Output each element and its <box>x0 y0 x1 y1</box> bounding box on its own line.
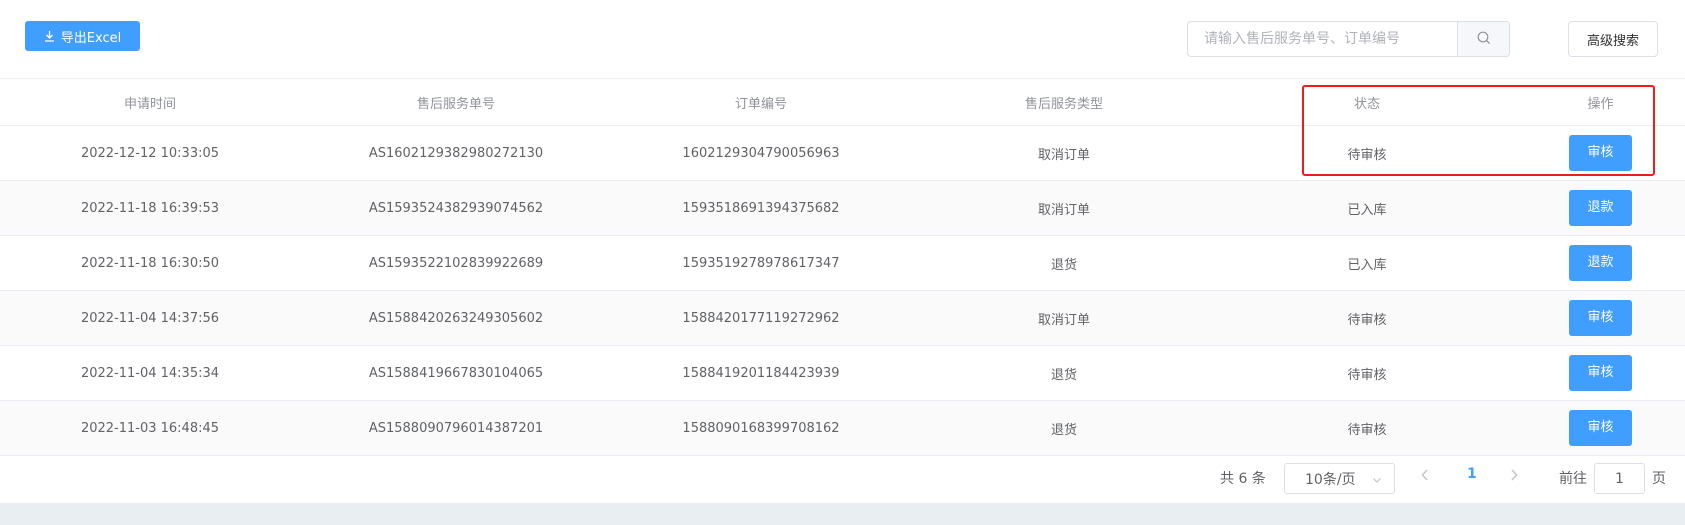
toolbar: 导出Excel 高级搜索 <box>0 0 1685 78</box>
cell-status: 待审核 <box>1218 125 1516 181</box>
cell-status: 待审核 <box>1218 290 1516 346</box>
cell-service-no: AS1588090796014387201 <box>300 400 612 456</box>
cell-service-no: AS1588420263249305602 <box>300 290 612 346</box>
cell-apply-time: 2022-11-18 16:39:53 <box>0 180 300 236</box>
pagination: 共 6 条 10条/页 1 前往 页 <box>0 456 1685 502</box>
cell-service-no: AS1588419667830104065 <box>300 345 612 401</box>
cell-actions: 审核 <box>1516 400 1685 456</box>
table-row: 2022-11-18 16:30:50 AS159352210283992268… <box>0 235 1685 291</box>
table-row: 2022-11-03 16:48:45 AS158809079601438720… <box>0 400 1685 456</box>
col-header-actions: 操作 <box>1516 78 1685 126</box>
cell-actions: 退款 <box>1516 235 1685 291</box>
cell-order-no: 1593518691394375682 <box>612 180 910 236</box>
goto-label: 前往 <box>1559 471 1587 487</box>
cell-status: 待审核 <box>1218 345 1516 401</box>
cell-order-no: 1602129304790056963 <box>612 125 910 181</box>
review-button[interactable]: 审核 <box>1569 410 1632 446</box>
search-input[interactable] <box>1188 22 1457 56</box>
page-size-select[interactable]: 10条/页 <box>1284 463 1395 494</box>
cell-order-no: 1593519278978617347 <box>612 235 910 291</box>
refund-button[interactable]: 退款 <box>1569 190 1632 226</box>
cell-order-no: 1588419201184423939 <box>612 345 910 401</box>
aftersale-table: 申请时间 售后服务单号 订单编号 售后服务类型 状态 操作 2022-12-12… <box>0 78 1685 456</box>
cell-actions: 审核 <box>1516 345 1685 401</box>
table-row: 2022-11-04 14:35:34 AS158841966783010406… <box>0 345 1685 401</box>
cell-service-no: AS1593522102839922689 <box>300 235 612 291</box>
search-icon <box>1477 30 1491 49</box>
export-excel-label: 导出Excel <box>60 30 122 46</box>
cell-apply-time: 2022-11-18 16:30:50 <box>0 235 300 291</box>
cell-apply-time: 2022-11-04 14:37:56 <box>0 290 300 346</box>
next-page-button[interactable] <box>1509 468 1519 486</box>
cell-service-type: 取消订单 <box>910 125 1218 181</box>
cell-order-no: 1588420177119272962 <box>612 290 910 346</box>
search-button[interactable] <box>1457 22 1509 56</box>
cell-actions: 退款 <box>1516 180 1685 236</box>
pagination-total: 共 6 条 <box>1220 471 1266 487</box>
chevron-down-icon <box>1372 473 1382 489</box>
chevron-right-icon <box>1509 469 1519 486</box>
cell-apply-time: 2022-11-04 14:35:34 <box>0 345 300 401</box>
search-box <box>1187 21 1510 57</box>
cell-service-type: 取消订单 <box>910 290 1218 346</box>
col-header-status: 状态 <box>1218 78 1516 126</box>
prev-page-button[interactable] <box>1420 468 1430 486</box>
cell-actions: 审核 <box>1516 125 1685 181</box>
chevron-left-icon <box>1420 469 1430 486</box>
page-number-current[interactable]: 1 <box>1467 466 1477 482</box>
review-button[interactable]: 审核 <box>1569 300 1632 336</box>
review-button[interactable]: 审核 <box>1569 355 1632 391</box>
cell-apply-time: 2022-12-12 10:33:05 <box>0 125 300 181</box>
table-row: 2022-11-04 14:37:56 AS158842026324930560… <box>0 290 1685 346</box>
cell-status: 已入库 <box>1218 235 1516 291</box>
download-icon <box>44 30 55 42</box>
cell-service-type: 取消订单 <box>910 180 1218 236</box>
cell-service-no: AS1602129382980272130 <box>300 125 612 181</box>
page-size-value: 10条/页 <box>1305 471 1356 488</box>
cell-service-type: 退货 <box>910 345 1218 401</box>
cell-service-no: AS1593524382939074562 <box>300 180 612 236</box>
table-row: 2022-12-12 10:33:05 AS160212938298027213… <box>0 125 1685 181</box>
cell-service-type: 退货 <box>910 235 1218 291</box>
cell-order-no: 1588090168399708162 <box>612 400 910 456</box>
col-header-order-no: 订单编号 <box>612 78 910 126</box>
cell-status: 已入库 <box>1218 180 1516 236</box>
col-header-apply-time: 申请时间 <box>0 78 300 126</box>
cell-status: 待审核 <box>1218 400 1516 456</box>
col-header-service-type: 售后服务类型 <box>910 78 1218 126</box>
cell-actions: 审核 <box>1516 290 1685 346</box>
review-button[interactable]: 审核 <box>1569 135 1632 171</box>
refund-button[interactable]: 退款 <box>1569 245 1632 281</box>
export-excel-button[interactable]: 导出Excel <box>25 21 140 51</box>
footer-bar <box>0 503 1685 525</box>
goto-page-input[interactable] <box>1594 463 1645 494</box>
goto-suffix: 页 <box>1652 471 1666 487</box>
advanced-search-button[interactable]: 高级搜索 <box>1568 21 1658 57</box>
table-row: 2022-11-18 16:39:53 AS159352438293907456… <box>0 180 1685 236</box>
cell-apply-time: 2022-11-03 16:48:45 <box>0 400 300 456</box>
cell-service-type: 退货 <box>910 400 1218 456</box>
table-header-row: 申请时间 售后服务单号 订单编号 售后服务类型 状态 操作 <box>0 78 1685 126</box>
col-header-service-no: 售后服务单号 <box>300 78 612 126</box>
